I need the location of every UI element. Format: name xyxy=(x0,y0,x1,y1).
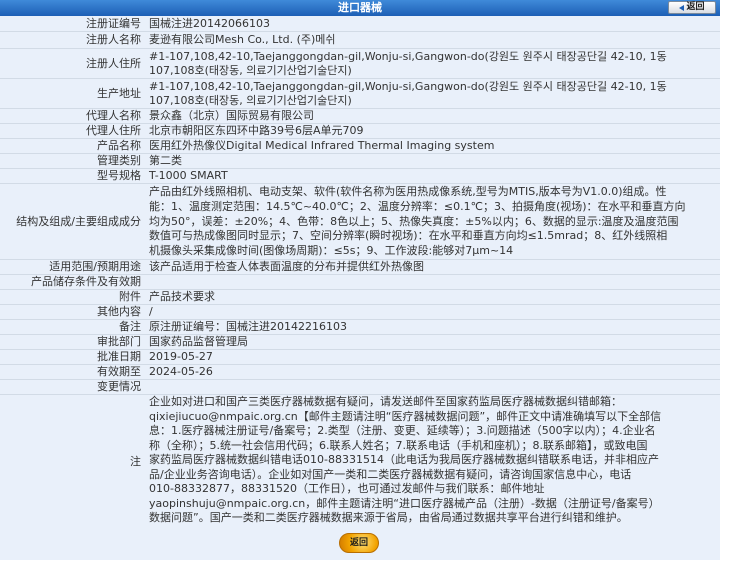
field-value: 2024-05-26 xyxy=(149,365,213,378)
field-label: 代理人住所 xyxy=(86,124,141,137)
row-approval-date: 批准日期 2019-05-27 xyxy=(0,350,720,365)
field-value: #1-107,108,42-10,Taejanggongdan-gil,Wonj… xyxy=(149,80,667,107)
row-approval-department: 审批部门 国家药品监督管理局 xyxy=(0,335,720,350)
field-value: 北京市朝阳区东四环中路39号6层A单元709 xyxy=(149,124,364,137)
field-label: 型号规格 xyxy=(97,169,141,182)
field-value: #1-107,108,42-10,Taejanggongdan-gil,Wonj… xyxy=(149,50,667,77)
field-label: 有效期至 xyxy=(97,365,141,378)
header-bar: 进口器械 返回 xyxy=(0,0,720,16)
field-label: 注册人名称 xyxy=(86,33,141,46)
field-label: 产品名称 xyxy=(97,139,141,152)
field-label: 附件 xyxy=(119,290,141,303)
field-value: 产品由红外线照相机、电动支架、软件(软件名称为医用热成像系统,型号为MTIS,版… xyxy=(149,185,686,258)
row-structure-composition: 结构及组成/主要组成成分 产品由红外线照相机、电动支架、软件(软件名称为医用热成… xyxy=(0,184,720,260)
field-label: 产品储存条件及有效期 xyxy=(31,275,141,288)
field-value: 国械注进20142066103 xyxy=(149,17,270,30)
row-remarks: 备注 原注册证编号：国械注进20142216103 xyxy=(0,320,720,335)
field-value: 麦逊有限公司Mesh Co., Ltd. (주)메쉬 xyxy=(149,33,336,46)
back-button-bottom[interactable]: 返回 xyxy=(339,533,379,553)
field-label: 管理类别 xyxy=(97,154,141,167)
row-registration-number: 注册证编号 国械注进20142066103 xyxy=(0,16,720,32)
field-label: 结构及组成/主要组成成分 xyxy=(16,214,141,228)
field-value: 景众鑫（北京）国际贸易有限公司 xyxy=(149,109,314,122)
field-value: 该产品适用于检查人体表面温度的分布并提供红外热像图 xyxy=(149,260,424,273)
row-production-address: 生产地址 #1-107,108,42-10,Taejanggongdan-gil… xyxy=(0,79,720,109)
field-value: / xyxy=(149,305,153,318)
row-other-content: 其他内容 / xyxy=(0,305,720,320)
row-valid-until: 有效期至 2024-05-26 xyxy=(0,365,720,380)
field-value: 2019-05-27 xyxy=(149,350,213,363)
row-registrant-address: 注册人住所 #1-107,108,42-10,Taejanggongdan-gi… xyxy=(0,49,720,79)
back-button-label: 返回 xyxy=(686,2,705,12)
row-agent-address: 代理人住所 北京市朝阳区东四环中路39号6层A单元709 xyxy=(0,124,720,139)
field-label: 备注 xyxy=(119,320,141,333)
row-registrant-name: 注册人名称 麦逊有限公司Mesh Co., Ltd. (주)메쉬 xyxy=(0,32,720,49)
field-label: 代理人名称 xyxy=(86,109,141,122)
detail-panel: 进口器械 返回 注册证编号 国械注进20142066103 注册人名称 麦逊有限… xyxy=(0,0,720,560)
field-label: 适用范围/预期用途 xyxy=(49,260,141,273)
row-storage-validity: 产品储存条件及有效期 xyxy=(0,275,720,290)
row-accessories: 附件 产品技术要求 xyxy=(0,290,720,305)
field-value: T-1000 SMART xyxy=(149,169,228,182)
row-note: 注 企业如对进口和国产三类医疗器械数据有疑问，请发送邮件至国家药监局医疗器械数据… xyxy=(0,395,720,528)
row-change-history: 变更情况 xyxy=(0,380,720,395)
field-value: 第二类 xyxy=(149,154,182,167)
field-label: 审批部门 xyxy=(97,335,141,348)
field-label: 注册证编号 xyxy=(86,16,141,30)
field-label: 变更情况 xyxy=(97,380,141,393)
field-label: 批准日期 xyxy=(97,350,141,363)
field-label: 注 xyxy=(130,454,141,468)
back-arrow-icon xyxy=(679,4,685,11)
row-model-spec: 型号规格 T-1000 SMART xyxy=(0,169,720,184)
field-value: 产品技术要求 xyxy=(149,290,215,303)
field-value: 原注册证编号：国械注进20142216103 xyxy=(149,320,347,333)
field-label: 注册人住所 xyxy=(86,56,141,70)
field-value: 医用红外热像仪Digital Medical Infrared Thermal … xyxy=(149,139,495,152)
row-management-category: 管理类别 第二类 xyxy=(0,154,720,169)
page-title: 进口器械 xyxy=(338,1,382,14)
field-value: 国家药品监督管理局 xyxy=(149,335,248,348)
row-intended-use: 适用范围/预期用途 该产品适用于检查人体表面温度的分布并提供红外热像图 xyxy=(0,260,720,275)
back-button-top[interactable]: 返回 xyxy=(668,1,716,14)
field-label: 生产地址 xyxy=(97,86,141,100)
row-product-name: 产品名称 医用红外热像仪Digital Medical Infrared The… xyxy=(0,139,720,154)
field-label: 其他内容 xyxy=(97,305,141,318)
row-agent-name: 代理人名称 景众鑫（北京）国际贸易有限公司 xyxy=(0,109,720,124)
field-value: 企业如对进口和国产三类医疗器械数据有疑问，请发送邮件至国家药监局医疗器械数据纠错… xyxy=(149,395,662,524)
